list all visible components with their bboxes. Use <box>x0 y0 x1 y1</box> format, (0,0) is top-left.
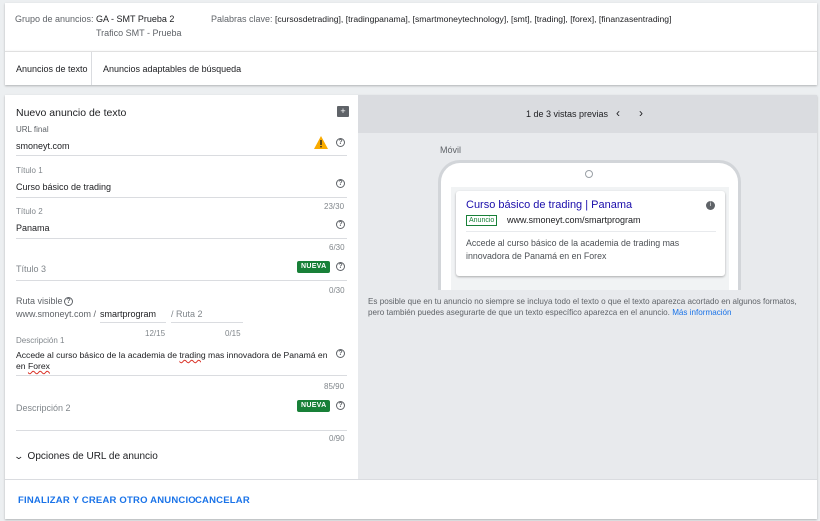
tab-text-ads[interactable]: Anuncios de texto <box>16 64 88 74</box>
display-path2-input[interactable]: / Ruta 2 <box>171 309 203 319</box>
info-icon[interactable]: i <box>706 201 715 210</box>
url-options-toggle[interactable]: ⌄ Opciones de URL de anuncio <box>13 451 158 462</box>
description1-counter: 85/90 <box>324 382 345 391</box>
description1-misspelled-word: trading <box>179 350 206 360</box>
headline2-input[interactable]: Panama <box>16 223 50 233</box>
ad-display-url: www.smoneyt.com/smartprogram <box>507 215 641 225</box>
phone-camera-icon <box>585 170 593 178</box>
path2-underline <box>171 322 243 323</box>
description2-counter: 0/90 <box>329 434 345 443</box>
display-path-label: Ruta visible <box>16 296 63 306</box>
final-url-input[interactable]: smoneyt.com <box>16 141 70 151</box>
cancel-button[interactable]: CANCELAR <box>195 495 250 506</box>
ad-headline: Curso básico de trading | Panama <box>466 199 633 211</box>
display-path-base: www.smoneyt.com / <box>16 309 97 319</box>
description2-help-icon[interactable]: ? <box>336 401 345 410</box>
headline1-underline <box>16 197 347 198</box>
device-label: Móvil <box>440 145 462 155</box>
description2-new-badge: NUEVA <box>297 400 331 412</box>
headline1-counter: 23/30 <box>324 202 345 211</box>
ad-group-name: GA - SMT Prueba 2 <box>96 14 175 24</box>
ad-editor: Nuevo anuncio de texto + URL final smone… <box>5 95 817 519</box>
url-options-label: Opciones de URL de anuncio <box>27 451 158 462</box>
preview-disclaimer: Es posible que en tu anuncio no siempre … <box>368 296 813 318</box>
ad-description: Accede al curso básico de la academia de… <box>466 238 680 261</box>
display-path1-input[interactable]: smartprogram <box>100 309 156 319</box>
headline3-counter: 0/30 <box>329 286 345 295</box>
ad-preview-card: Curso básico de trading | Panama i Anunc… <box>456 191 725 276</box>
more-info-link[interactable]: Más información <box>672 308 731 317</box>
headline1-input[interactable]: Curso básico de trading <box>16 182 111 192</box>
mobile-phone-frame: Curso básico de trading | Panama i Anunc… <box>438 160 741 290</box>
description2-label[interactable]: Descripción 2 <box>16 403 71 413</box>
path1-underline <box>100 322 166 323</box>
description1-underline <box>16 375 347 376</box>
headline2-counter: 6/30 <box>329 243 345 252</box>
description1-input[interactable]: Accede al curso básico de la academia de… <box>16 350 336 372</box>
form-title: Nuevo anuncio de texto <box>16 107 127 119</box>
headline3-help-icon[interactable]: ? <box>336 262 345 271</box>
headline3-underline <box>16 280 347 281</box>
path2-counter: 0/15 <box>225 329 241 338</box>
disclaimer-text: Es posible que en tu anuncio no siempre … <box>368 297 797 317</box>
preview-pager: 1 de 3 vistas previas <box>526 109 609 119</box>
headline2-help-icon[interactable]: ? <box>336 220 345 229</box>
chevron-left-icon[interactable]: ‹ <box>616 106 620 120</box>
add-comment-icon[interactable]: + <box>337 106 349 117</box>
preview-header: 1 de 3 vistas previas ‹ › <box>358 95 817 133</box>
campaign-name: Trafico SMT - Prueba <box>96 28 182 38</box>
tab-responsive-search-ads[interactable]: Anuncios adaptables de búsqueda <box>103 64 241 74</box>
description1-label: Descripción 1 <box>16 336 65 345</box>
headline3-new-badge: NUEVA <box>297 261 331 273</box>
ad-type-tabs: Anuncios de texto Anuncios adaptables de… <box>5 51 817 85</box>
final-url-help-icon[interactable]: ? <box>336 138 345 147</box>
headline3-label[interactable]: Título 3 <box>16 264 46 274</box>
ad-preview-panel: 1 de 3 vistas previas ‹ › Móvil Curso bá… <box>358 95 817 479</box>
headline2-label: Título 2 <box>16 207 43 216</box>
headline2-underline <box>16 238 347 239</box>
description1-help-icon[interactable]: ? <box>336 349 345 358</box>
warning-icon[interactable] <box>314 136 328 149</box>
chevron-down-icon: ⌄ <box>13 451 25 461</box>
footer-divider <box>5 479 817 480</box>
headline1-label: Título 1 <box>16 166 43 175</box>
ad-badge: Anuncio <box>466 215 498 226</box>
description2-underline <box>16 430 347 431</box>
save-and-create-another-button[interactable]: FINALIZAR Y CREAR OTRO ANUNCIO <box>18 495 196 506</box>
chevron-right-icon[interactable]: › <box>639 106 643 120</box>
final-url-label: URL final <box>16 125 49 134</box>
phone-screen: Curso básico de trading | Panama i Anunc… <box>451 187 729 290</box>
description1-misspelled-word: Forex <box>27 361 50 371</box>
ad-group-summary: Grupo de anuncios: GA - SMT Prueba 2 Tra… <box>5 3 817 51</box>
description1-text-part: Accede al curso básico de la academia de <box>16 350 180 360</box>
keywords-list: [cursosdetrading], [tradingpanama], [sma… <box>275 14 672 24</box>
final-url-underline <box>16 155 347 156</box>
ad-group-label: Grupo de anuncios: <box>15 14 94 24</box>
keywords-label: Palabras clave: <box>211 14 273 24</box>
headline1-help-icon[interactable]: ? <box>336 179 345 188</box>
ad-divider <box>466 231 716 232</box>
tab-divider <box>91 52 92 85</box>
display-path-help-icon[interactable]: ? <box>64 297 73 306</box>
path1-counter: 12/15 <box>145 329 166 338</box>
